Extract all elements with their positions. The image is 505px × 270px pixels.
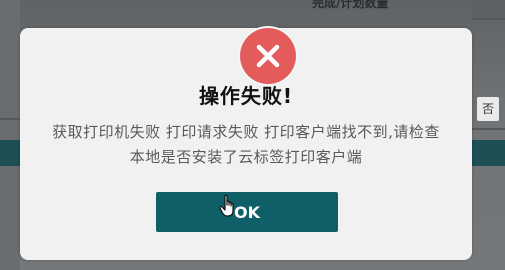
ok-button[interactable]: OK [156, 192, 338, 232]
background-chip: 否 [477, 97, 499, 121]
background-teal-stub [0, 140, 20, 166]
dialog-message: 获取打印机失败 打印请求失败 打印客户端找不到,请检查本地是否安装了云标签打印客… [52, 123, 440, 166]
background-divider [472, 128, 505, 130]
close-icon [256, 44, 280, 68]
ok-button-label: OK [234, 202, 260, 222]
hand-cursor-icon [219, 194, 234, 217]
background-teal-stub [472, 140, 505, 166]
background-divider [0, 118, 20, 120]
background-left-strip [0, 0, 20, 270]
background-header-label: 完成/计划数量 [312, 0, 389, 9]
error-dialog: 操作失败! 获取打印机失败 打印请求失败 打印客户端找不到,请检查本地是否安装了… [20, 28, 472, 260]
error-badge [240, 28, 296, 84]
dialog-title: 操作失败! [198, 84, 294, 108]
background-panel-top [472, 0, 505, 18]
background-divider [472, 18, 505, 20]
